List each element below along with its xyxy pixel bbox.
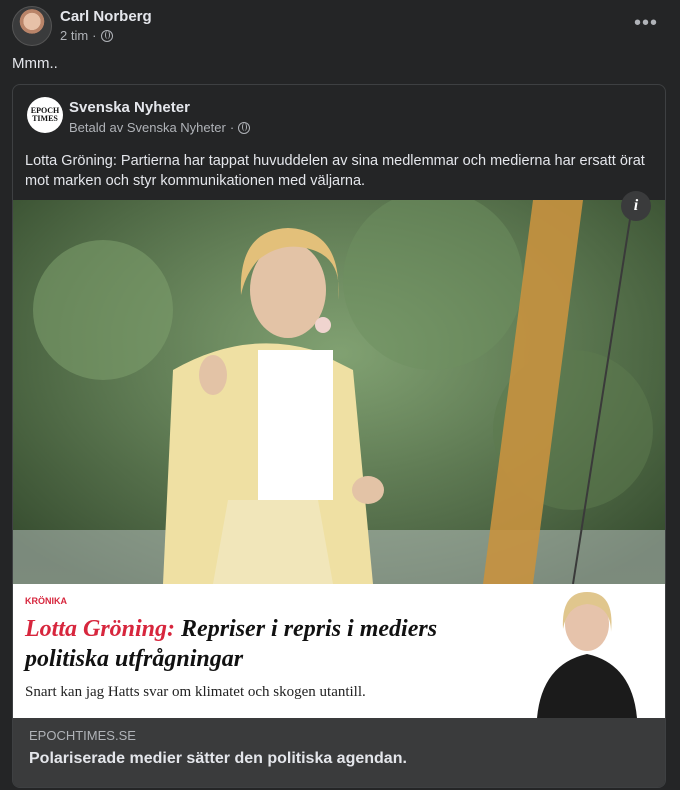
shared-ad-card[interactable]: EPOCH TIMES Svenska Nyheter Betald av Sv… [12, 84, 666, 788]
page-logo[interactable]: EPOCH TIMES [27, 97, 63, 133]
speaker-photo [13, 200, 665, 584]
more-horiz-icon[interactable]: ••• [634, 12, 658, 35]
sponsor-text: Betald av Svenska Nyheter [69, 120, 226, 135]
link-preview[interactable]: EPOCHTIMES.SE Polariserade medier sätter… [13, 718, 665, 787]
author-portrait [527, 584, 647, 718]
author-avatar[interactable] [12, 6, 52, 46]
globe-icon [100, 29, 113, 42]
meta-separator: · [229, 120, 235, 135]
banner-standfirst: Snart kan jag Hatts svar om klimatet och… [25, 684, 366, 700]
globe-icon [238, 121, 251, 134]
info-icon[interactable]: i [621, 191, 651, 221]
post-time[interactable]: 2 tim [60, 28, 88, 43]
article-image[interactable] [13, 200, 665, 584]
post-text: Mmm.. [12, 55, 58, 72]
post-meta: 2 tim · [60, 28, 113, 43]
page-name[interactable]: Svenska Nyheter [69, 99, 190, 116]
link-domain: EPOCHTIMES.SE [29, 728, 136, 743]
author-name[interactable]: Carl Norberg [60, 8, 152, 25]
ad-text: Lotta Gröning: Partierna har tappat huvu… [25, 153, 645, 189]
banner-headline: Lotta Gröning: Repriser i repris i medie… [25, 614, 495, 674]
headline-author: Lotta Gröning: [25, 616, 176, 642]
meta-separator: · [92, 28, 97, 43]
article-banner[interactable]: KRÖNIKA Lotta Gröning: Repriser i repris… [13, 584, 665, 718]
post-header: Carl Norberg 2 tim · ••• [12, 6, 668, 46]
sponsored-label: Betald av Svenska Nyheter · [69, 120, 251, 135]
banner-kicker: KRÖNIKA [25, 596, 67, 606]
logo-text: EPOCH TIMES [30, 106, 60, 123]
link-title[interactable]: Polariserade medier sätter den politiska… [29, 750, 407, 768]
